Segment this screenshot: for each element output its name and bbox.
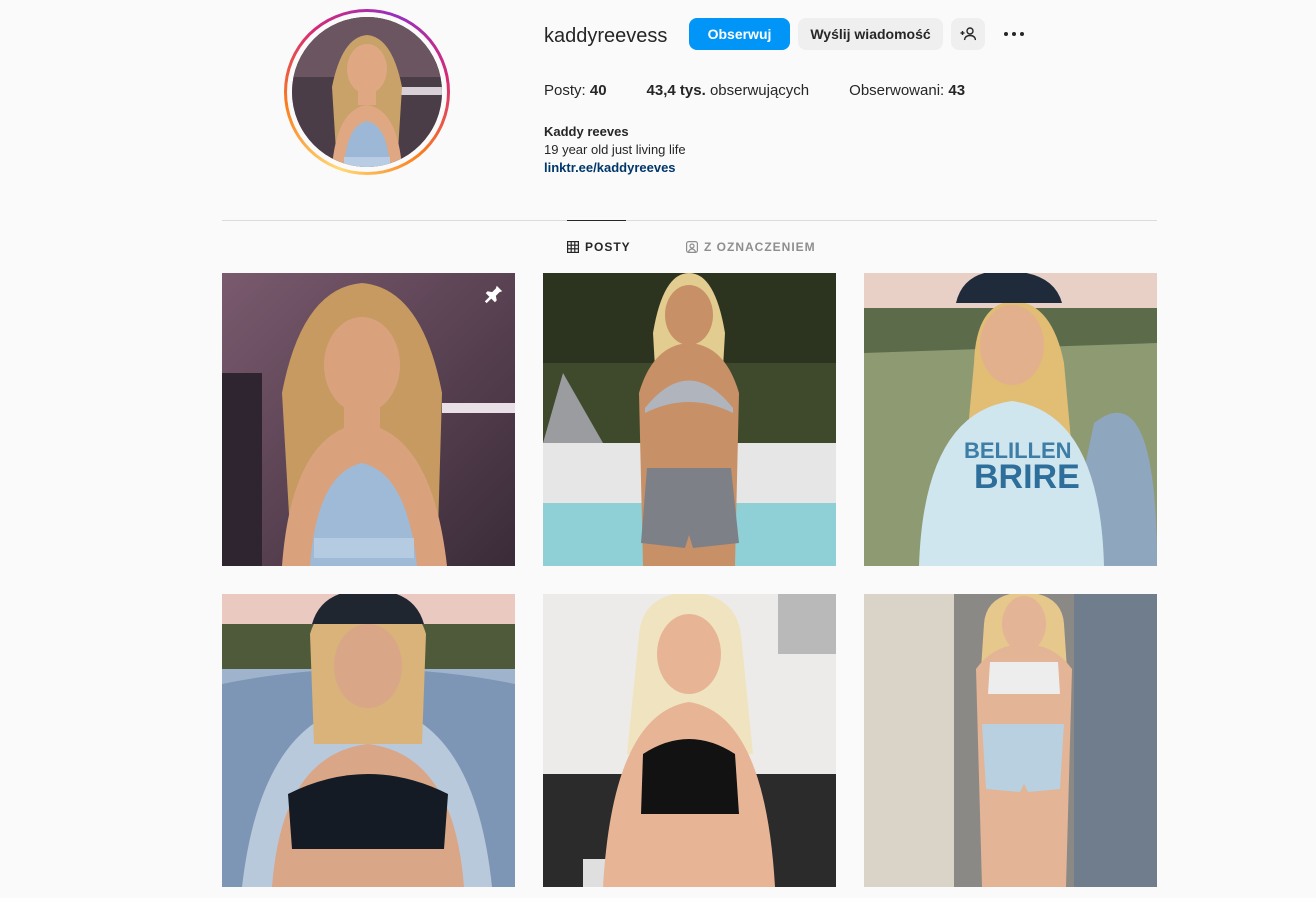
svg-text:BRIRE: BRIRE	[974, 458, 1080, 496]
post-tile[interactable]: BELILLEN BRIRE	[864, 273, 1157, 566]
post-tile[interactable]	[543, 594, 836, 887]
post-image	[864, 594, 1157, 887]
full-name: Kaddy reeves	[544, 124, 629, 139]
bio-text: 19 year old just living life	[544, 142, 686, 157]
story-ring[interactable]	[284, 9, 450, 175]
post-image: BELILLEN BRIRE	[864, 273, 1157, 566]
post-tile[interactable]	[222, 594, 515, 887]
avatar-image	[292, 17, 442, 167]
post-image	[543, 594, 836, 887]
post-tile[interactable]	[222, 273, 515, 566]
tagged-person-icon	[686, 241, 698, 253]
post-image	[222, 273, 515, 566]
bio-link[interactable]: linktr.ee/kaddyreeves	[544, 159, 686, 177]
send-message-button[interactable]: Wyślij wiadomość	[798, 18, 943, 50]
more-dots-icon	[1004, 32, 1008, 36]
tab-posts[interactable]: POSTY	[567, 240, 631, 254]
suggest-similar-button[interactable]	[951, 18, 985, 50]
tabs-divider	[222, 220, 1157, 221]
grid-icon	[567, 241, 579, 253]
post-image	[543, 273, 836, 566]
active-tab-indicator	[567, 220, 626, 221]
person-add-icon	[960, 27, 976, 41]
profile-page: kaddyreevess Obserwuj Wyślij wiadomość P…	[0, 0, 1316, 898]
tab-posts-label: POSTY	[585, 240, 631, 254]
profile-bio: Kaddy reeves 19 year old just living lif…	[544, 123, 686, 177]
posts-count: Posty: 40	[544, 82, 607, 99]
more-options-button[interactable]	[1000, 24, 1028, 44]
pin-icon	[484, 285, 503, 304]
profile-username: kaddyreevess	[544, 25, 668, 47]
tab-tagged-label: Z OZNACZENIEM	[704, 240, 816, 254]
avatar[interactable]	[292, 17, 442, 167]
followers-link[interactable]: 43,4 tys. obserwujących	[647, 82, 810, 100]
profile-stats: Posty: 40 43,4 tys. obserwujących Obserw…	[544, 82, 965, 100]
post-tile[interactable]	[543, 273, 836, 566]
following-link[interactable]: Obserwowani: 43	[849, 82, 965, 100]
follow-button[interactable]: Obserwuj	[689, 18, 790, 50]
post-image	[222, 594, 515, 887]
tab-tagged[interactable]: Z OZNACZENIEM	[686, 240, 816, 254]
post-tile[interactable]	[864, 594, 1157, 887]
